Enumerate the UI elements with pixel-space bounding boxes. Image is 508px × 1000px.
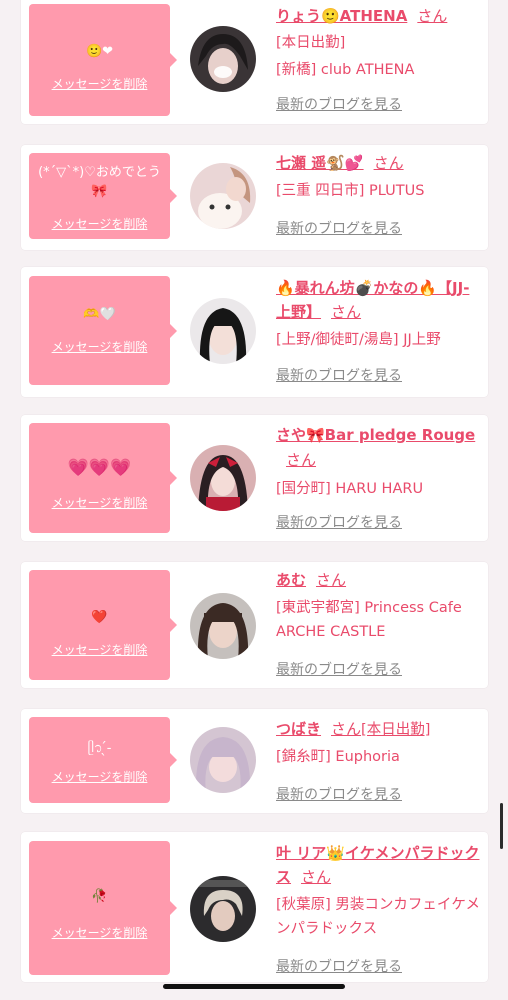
- message-card: ᥫ᭡ ̖́- メッセージを削除 つばき さん[本日出勤] [錦糸町] Euphor…: [21, 709, 488, 813]
- honorific: さん: [417, 7, 448, 25]
- delete-message-link[interactable]: メッセージを削除: [29, 494, 170, 511]
- cast-info: あむ さん [東武宇都宮] Princess Cafe ARCHE CASTLE: [276, 568, 480, 644]
- avatar[interactable]: [190, 445, 256, 511]
- cast-info: さや🎀Bar pledge Rougeさん [国分町] HARU HARU: [276, 423, 480, 501]
- message-bubble: 🫶🤍 メッセージを削除: [29, 276, 170, 385]
- delete-message-link[interactable]: メッセージを削除: [29, 75, 170, 92]
- message-bubble: ❤️ メッセージを削除: [29, 570, 170, 680]
- delete-message-link[interactable]: メッセージを削除: [29, 924, 170, 941]
- message-card: (*´▽`*)♡おめでとう🎀 メッセージを削除 七瀬 遥🐒💕 さん [三重 四日市…: [21, 145, 488, 250]
- honorific: さん: [301, 868, 332, 886]
- delete-message-link[interactable]: メッセージを削除: [29, 641, 170, 658]
- cast-info: 叶 リア👑イケメンパラドックス さん [秋葉原] 男装コンカフェイケメンパラドック…: [276, 841, 480, 941]
- latest-blog-link[interactable]: 最新のブログを見る: [276, 512, 402, 532]
- shop-text: [上野/御徒町/湯島] JJ上野: [276, 332, 441, 348]
- cast-name-link[interactable]: 叶 リア👑イケメンパラドックス さん: [276, 841, 480, 889]
- cast-info: りょう🙂ATHENA さん [本日出勤] [新橋] club ATHENA: [276, 4, 480, 82]
- message-card: ❤️ メッセージを削除 あむ さん [東武宇都宮] Princess Cafe A…: [21, 562, 488, 688]
- home-indicator[interactable]: [163, 984, 345, 989]
- message-bubble: 🥀 メッセージを削除: [29, 841, 170, 975]
- latest-blog-link[interactable]: 最新のブログを見る: [276, 659, 402, 679]
- avatar[interactable]: [190, 727, 256, 793]
- message-bubble: 💗💗💗 メッセージを削除: [29, 423, 170, 533]
- latest-blog-link[interactable]: 最新のブログを見る: [276, 956, 402, 976]
- delete-message-link[interactable]: メッセージを削除: [29, 768, 170, 785]
- avatar[interactable]: [190, 298, 256, 364]
- latest-blog-link[interactable]: 最新のブログを見る: [276, 784, 402, 804]
- shop-text: [国分町] HARU HARU: [276, 481, 424, 497]
- cast-info: 🔥暴れん坊💣かなの🔥【JJ-上野】 さん [上野/御徒町/湯島] JJ上野: [276, 276, 480, 352]
- cast-name-link[interactable]: 七瀬 遥🐒💕 さん: [276, 151, 480, 175]
- latest-blog-link[interactable]: 最新のブログを見る: [276, 365, 402, 385]
- message-card: 💗💗💗 メッセージを削除 さや🎀Bar pledge Rougeさん [国分町]…: [21, 415, 488, 541]
- message-bubble: (*´▽`*)♡おめでとう🎀 メッセージを削除: [29, 153, 170, 239]
- message-card: 🥀 メッセージを削除 叶 リア👑イケメンパラドックス さん [秋葉原] 男装コンカ…: [21, 832, 488, 982]
- delete-message-link[interactable]: メッセージを削除: [29, 338, 170, 355]
- message-text: 💗💗💗: [67, 458, 132, 478]
- status-text: [本日出勤]: [361, 722, 431, 738]
- avatar[interactable]: [190, 163, 256, 229]
- cast-name-link[interactable]: さや🎀Bar pledge Rougeさん: [276, 423, 480, 473]
- cast-info: 七瀬 遥🐒💕 さん [三重 四日市] PLUTUS: [276, 151, 480, 203]
- message-card: 🙂❤ メッセージを削除 りょう🙂ATHENA さん [本日出勤] [新橋] clu…: [21, 0, 488, 124]
- message-text: 🥀: [91, 889, 108, 904]
- honorific: さん: [373, 154, 404, 172]
- message-text: 🙂❤: [85, 44, 114, 59]
- avatar[interactable]: [190, 593, 256, 659]
- shop-text: [秋葉原] 男装コンカフェイケメンパラドックス: [276, 897, 480, 937]
- avatar[interactable]: [190, 876, 256, 942]
- delete-message-link[interactable]: メッセージを削除: [29, 215, 170, 232]
- vertical-scrollbar[interactable]: [500, 803, 503, 849]
- honorific: さん: [286, 451, 317, 469]
- latest-blog-link[interactable]: 最新のブログを見る: [276, 94, 402, 114]
- shop-text: [東武宇都宮] Princess Cafe ARCHE CASTLE: [276, 600, 462, 640]
- cast-info: つばき さん[本日出勤] [錦糸町] Euphoria: [276, 717, 480, 769]
- message-bubble: ᥫ᭡ ̖́- メッセージを削除: [29, 717, 170, 803]
- shop-text: [錦糸町] Euphoria: [276, 749, 400, 765]
- cast-name-link[interactable]: あむ さん: [276, 568, 480, 592]
- honorific: さん: [316, 571, 347, 589]
- latest-blog-link[interactable]: 最新のブログを見る: [276, 218, 402, 238]
- message-text: ❤️: [91, 610, 108, 625]
- shop-text: [新橋] club ATHENA: [276, 62, 415, 78]
- avatar[interactable]: [190, 26, 256, 92]
- message-text: ᥫ᭡ ̖́-: [87, 741, 112, 756]
- message-text: (*´▽`*)♡おめでとう🎀: [38, 165, 161, 199]
- honorific: さん: [331, 303, 362, 321]
- honorific: さん: [331, 720, 362, 738]
- cast-name-link[interactable]: りょう🙂ATHENA さん: [276, 4, 480, 28]
- status-text: [本日出勤]: [276, 35, 346, 51]
- cast-name-link[interactable]: 🔥暴れん坊💣かなの🔥【JJ-上野】 さん: [276, 276, 480, 324]
- message-card: 🫶🤍 メッセージを削除 🔥暴れん坊💣かなの🔥【JJ-上野】 さん [上野/御徒町/…: [21, 267, 488, 397]
- cast-name-link[interactable]: つばき さん[本日出勤]: [276, 717, 480, 742]
- message-text: 🫶🤍: [83, 307, 116, 322]
- shop-text: [三重 四日市] PLUTUS: [276, 183, 425, 199]
- message-bubble: 🙂❤ メッセージを削除: [29, 4, 170, 116]
